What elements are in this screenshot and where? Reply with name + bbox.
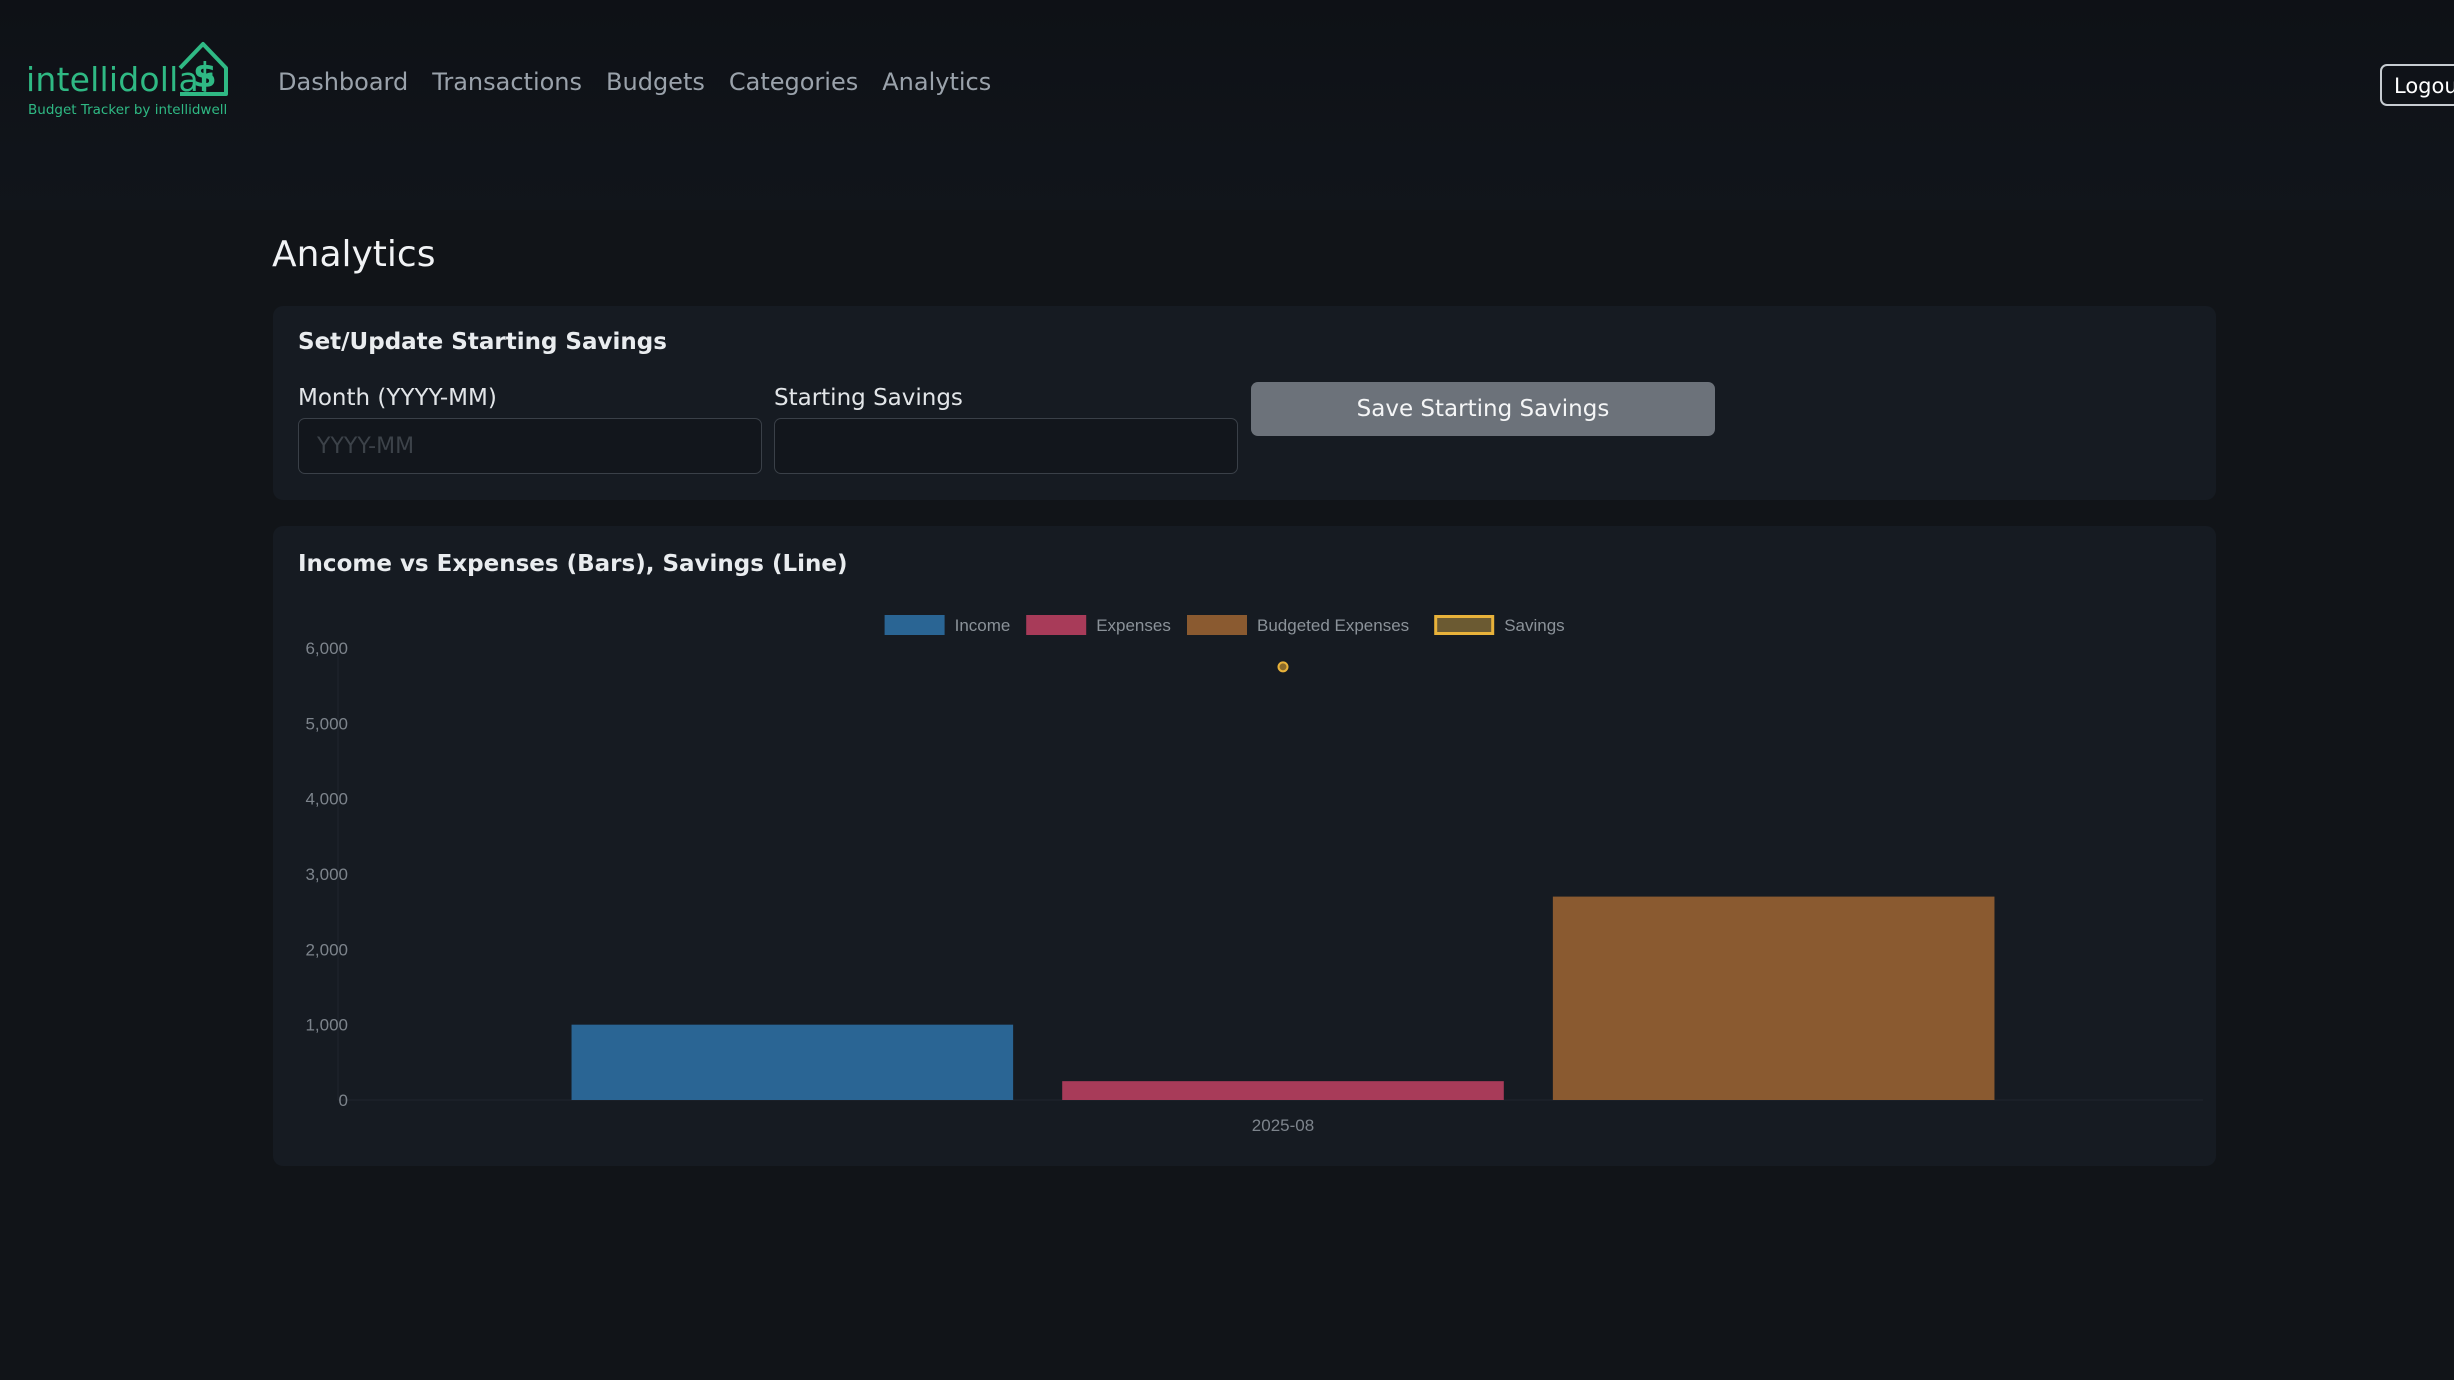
bar-income bbox=[571, 1024, 1014, 1100]
nav-dashboard[interactable]: Dashboard bbox=[278, 68, 408, 96]
x-tick-label: 2025-08 bbox=[1252, 1116, 1314, 1135]
y-tick-label: 0 bbox=[339, 1091, 348, 1110]
legend-swatch-income bbox=[884, 615, 945, 635]
brand-tagline: Budget Tracker by intellidwell bbox=[28, 102, 228, 118]
starting-savings-input[interactable] bbox=[774, 418, 1238, 474]
bar-budgeted-expenses bbox=[1552, 896, 1995, 1100]
brand-name: intellidollar bbox=[26, 60, 213, 99]
chart-card: Income vs Expenses (Bars), Savings (Line… bbox=[273, 526, 2216, 1166]
legend-swatch-expenses bbox=[1026, 615, 1087, 635]
legend-label-expenses: Expenses bbox=[1096, 616, 1171, 635]
brand-logo[interactable]: $ intellidollar Budget Tracker by intell… bbox=[26, 38, 228, 120]
navbar: $ intellidollar Budget Tracker by intell… bbox=[0, 0, 2454, 210]
y-tick-label: 1,000 bbox=[305, 1016, 348, 1035]
nav-budgets[interactable]: Budgets bbox=[606, 68, 705, 96]
page-title: Analytics bbox=[272, 234, 436, 275]
nav-transactions[interactable]: Transactions bbox=[432, 68, 582, 96]
y-tick-label: 4,000 bbox=[305, 790, 348, 809]
legend-swatch-budgeted-expenses bbox=[1187, 615, 1247, 635]
y-tick-label: 6,000 bbox=[305, 639, 348, 658]
nav-categories[interactable]: Categories bbox=[729, 68, 858, 96]
month-label: Month (YYYY-MM) bbox=[298, 385, 497, 411]
legend-swatch-savings bbox=[1434, 615, 1495, 635]
income-expenses-chart: 0 1,000 2,000 3,000 4,000 5,000 6,000 2025-08 In… bbox=[305, 615, 2203, 1135]
starting-savings-label: Starting Savings bbox=[774, 385, 963, 411]
nav-analytics[interactable]: Analytics bbox=[882, 68, 991, 96]
starting-savings-title: Set/Update Starting Savings bbox=[298, 329, 667, 355]
logout-button[interactable]: Logout bbox=[2380, 64, 2454, 106]
legend-label-savings: Savings bbox=[1504, 616, 1564, 635]
nav-links: Dashboard Transactions Budgets Categorie… bbox=[278, 68, 1015, 96]
month-input[interactable] bbox=[298, 418, 762, 474]
y-tick-label: 5,000 bbox=[305, 714, 348, 733]
save-starting-savings-button[interactable]: Save Starting Savings bbox=[1251, 382, 1715, 436]
starting-savings-card: Set/Update Starting Savings Month (YYYY-… bbox=[273, 306, 2216, 500]
legend-label-budgeted-expenses: Budgeted Expenses bbox=[1257, 616, 1409, 635]
legend-label-income: Income bbox=[955, 616, 1011, 635]
point-savings bbox=[1277, 661, 1289, 673]
y-tick-label: 2,000 bbox=[305, 940, 348, 959]
y-tick-label: 3,000 bbox=[305, 865, 348, 884]
bar-expenses bbox=[1062, 1081, 1504, 1100]
